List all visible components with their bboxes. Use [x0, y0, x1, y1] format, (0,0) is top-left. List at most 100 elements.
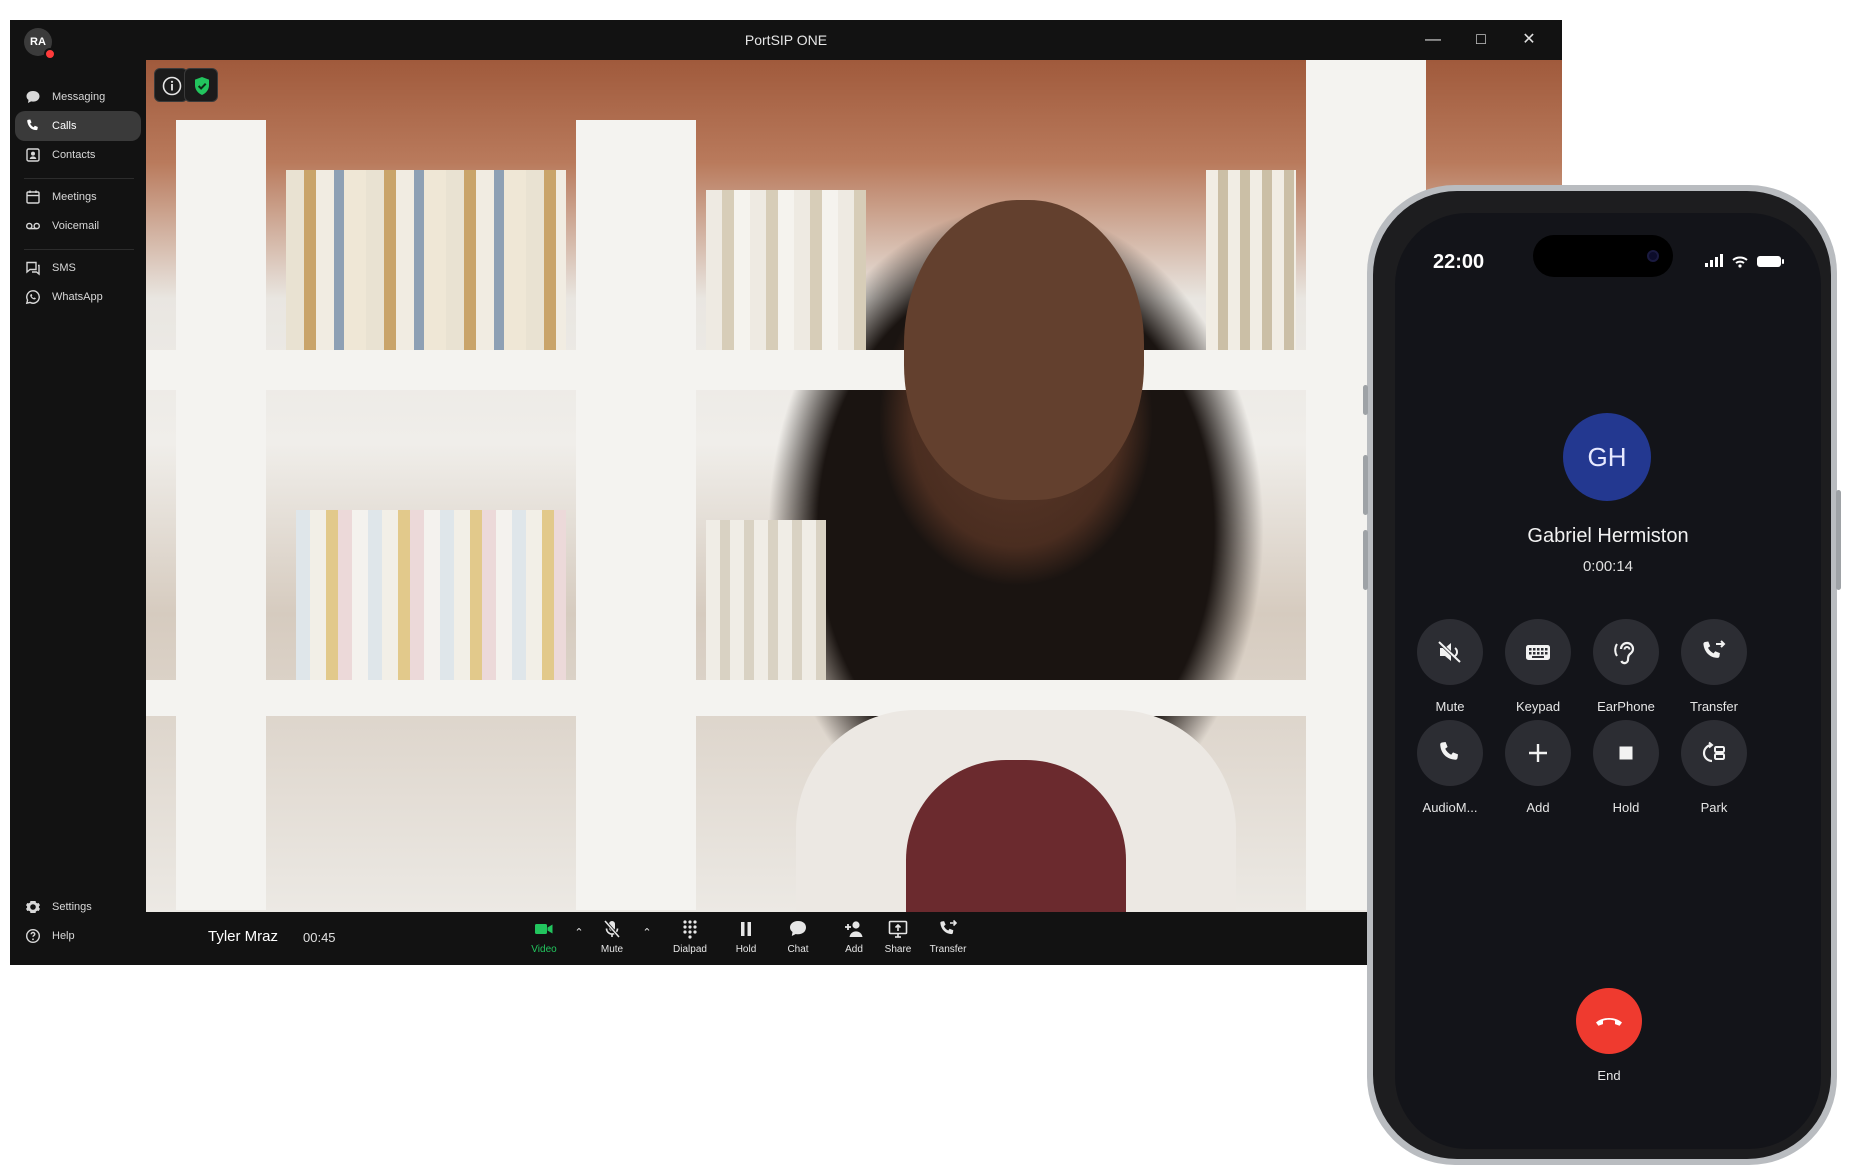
- phone-handset-icon: [1440, 742, 1458, 760]
- share-screen-button[interactable]: Share: [870, 918, 926, 962]
- mobile-phone-mockup: 22:00 GH Gabriel Hermiston 0:00:14 Mute: [1363, 185, 1841, 1165]
- chat-bubble-icon: [26, 91, 40, 103]
- phone-frame: 22:00 GH Gabriel Hermiston 0:00:14 Mute: [1373, 191, 1831, 1159]
- audio-options-chevron-icon[interactable]: ⌃: [640, 926, 654, 940]
- calendar-icon: [26, 190, 40, 204]
- share-label: Share: [884, 944, 912, 955]
- mute-label: Mute: [600, 944, 624, 955]
- mic-off-icon: [603, 920, 621, 938]
- phone-earphone-label: EarPhone: [1597, 699, 1655, 714]
- books-row: [706, 190, 866, 350]
- bookshelf-upright: [576, 120, 696, 910]
- chat-button[interactable]: Chat: [770, 918, 826, 962]
- phone-audio-button[interactable]: AudioM...: [1410, 720, 1490, 815]
- encryption-status-button[interactable]: [184, 68, 218, 102]
- sidebar-item-voicemail[interactable]: Voicemail: [15, 211, 141, 241]
- sidebar: Messaging Calls Contacts Meetings Voicem…: [10, 60, 146, 965]
- close-button[interactable]: ✕: [1516, 28, 1542, 52]
- window-title: PortSIP ONE: [744, 32, 828, 48]
- sidebar-item-label: Calls: [52, 120, 77, 132]
- dialpad-icon: [683, 920, 697, 939]
- phone-action-button: [1363, 385, 1368, 415]
- video-toggle-label: Video: [531, 944, 557, 955]
- phone-add-label: Add: [1526, 800, 1550, 815]
- sidebar-item-settings[interactable]: Settings: [15, 892, 141, 922]
- phone-park-button[interactable]: Park: [1674, 720, 1754, 815]
- contact-name: Gabriel Hermiston: [1527, 525, 1689, 547]
- sidebar-item-sms[interactable]: SMS: [15, 253, 141, 283]
- phone-hold-label: Hold: [1612, 800, 1640, 815]
- mute-button[interactable]: Mute: [584, 918, 640, 962]
- front-camera: [1647, 250, 1659, 262]
- plus-icon: [1529, 744, 1547, 762]
- bookshelf-upright: [176, 120, 266, 910]
- phone-call-duration: 0:00:14: [1582, 558, 1634, 575]
- hold-label: Hold: [735, 944, 757, 955]
- sidebar-item-label: Contacts: [52, 149, 96, 161]
- phone-keypad-button[interactable]: Keypad: [1498, 619, 1578, 714]
- status-bar-clock: 22:00: [1433, 251, 1485, 273]
- sidebar-divider: [24, 178, 134, 179]
- screen-share-icon: [888, 920, 908, 938]
- presence-status-dot: [44, 48, 56, 60]
- sidebar-item-label: Voicemail: [52, 220, 100, 232]
- phone-transfer-label: Transfer: [1690, 699, 1738, 714]
- books-row: [296, 510, 566, 680]
- dialpad-button[interactable]: Dialpad: [662, 918, 718, 962]
- sidebar-item-messaging[interactable]: Messaging: [15, 82, 141, 112]
- gear-icon: [26, 901, 40, 913]
- phone-keypad-label: Keypad: [1515, 699, 1561, 714]
- sidebar-item-help[interactable]: Help: [15, 921, 141, 951]
- call-duration: 00:45: [303, 930, 336, 945]
- chat-label: Chat: [787, 944, 809, 955]
- whatsapp-icon: [25, 290, 40, 305]
- battery-icon: [1757, 256, 1784, 267]
- phone-park-label: Park: [1700, 800, 1728, 815]
- maximize-button[interactable]: □: [1468, 28, 1494, 52]
- sidebar-item-whatsapp[interactable]: WhatsApp: [15, 282, 141, 312]
- end-call-label: End: [1597, 1068, 1621, 1083]
- phone-add-button[interactable]: Add: [1498, 720, 1578, 815]
- phone-mute-button[interactable]: Mute: [1410, 619, 1490, 714]
- phone-screen: 22:00 GH Gabriel Hermiston 0:00:14 Mute: [1395, 213, 1821, 1149]
- minimize-button[interactable]: —: [1420, 28, 1446, 52]
- call-transfer-icon: [940, 919, 958, 935]
- phone-transfer-button[interactable]: Transfer: [1674, 619, 1754, 714]
- phone-audio-label: AudioM...: [1422, 800, 1478, 815]
- sidebar-item-meetings[interactable]: Meetings: [15, 182, 141, 212]
- hold-button[interactable]: Hold: [718, 918, 774, 962]
- dialpad-label: Dialpad: [673, 944, 707, 955]
- sidebar-divider: [24, 249, 134, 250]
- status-bar-icons: [1705, 254, 1784, 268]
- phone-hold-button[interactable]: Hold: [1586, 720, 1666, 815]
- ear-icon: [1614, 641, 1635, 665]
- sidebar-item-label: Meetings: [52, 191, 97, 203]
- dynamic-island: [1533, 235, 1673, 277]
- call-info-button[interactable]: [154, 68, 188, 102]
- keyboard-icon: [1526, 645, 1550, 660]
- hang-up-icon: [1596, 1018, 1622, 1026]
- phone-icon: [27, 119, 38, 131]
- wifi-icon: [1732, 256, 1748, 264]
- sidebar-item-contacts[interactable]: Contacts: [15, 140, 141, 170]
- call-control-bar: Tyler Mraz 00:45 Video ⌃ Mute ⌃ Dialpad …: [146, 912, 1562, 965]
- title-bar: PortSIP ONE — □ ✕: [10, 20, 1562, 60]
- video-toggle-button[interactable]: Video: [516, 918, 572, 962]
- stop-square-icon: [1619, 746, 1633, 760]
- call-transfer-icon: [1703, 640, 1726, 658]
- add-user-icon: [845, 921, 863, 937]
- sidebar-item-label: Settings: [52, 901, 92, 913]
- books-row: [286, 170, 566, 350]
- help-icon: [25, 928, 41, 944]
- sms-icon: [26, 261, 40, 276]
- sidebar-item-calls[interactable]: Calls: [15, 111, 141, 141]
- speaker-muted-icon: [1437, 640, 1462, 664]
- phone-earphone-button[interactable]: EarPhone: [1586, 619, 1666, 714]
- sidebar-item-label: SMS: [52, 262, 76, 274]
- cellular-signal-icon: [1705, 254, 1723, 267]
- sidebar-item-label: WhatsApp: [52, 291, 103, 303]
- end-call-button[interactable]: End: [1569, 988, 1649, 1083]
- transfer-button[interactable]: Transfer: [920, 918, 976, 962]
- person-face: [904, 200, 1144, 500]
- caller-name: Tyler Mraz: [208, 928, 279, 945]
